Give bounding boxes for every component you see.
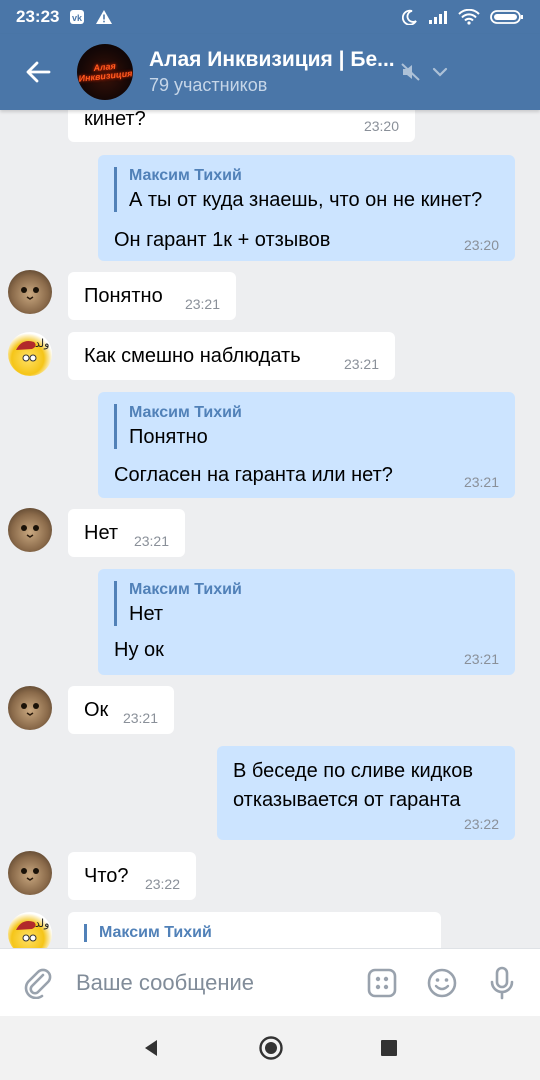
message-time: 23:22 xyxy=(463,816,499,832)
message-text-line-1: В беседе по сливе кидков xyxy=(233,760,474,782)
message-list[interactable]: кинет? 23:20 Максим Тихий А ты от куда з… xyxy=(0,110,540,948)
message-bubble-incoming[interactable]: кинет? 23:20 xyxy=(68,110,415,142)
chat-title-block[interactable]: Алая Инквизиция | Бе... 79 участников xyxy=(149,48,399,96)
reply-quote[interactable]: Максим Тихий xyxy=(84,924,212,942)
reply-quote[interactable]: Максим Тихий Понятно xyxy=(114,404,242,449)
message-text-line-2: отказывается от гаранта xyxy=(233,789,461,811)
back-button[interactable] xyxy=(0,34,76,110)
message-text: кинет? xyxy=(84,110,146,130)
chat-subtitle: 79 участников xyxy=(149,75,268,95)
chat-avatar[interactable]: Алая Инквизиция xyxy=(77,44,133,100)
quote-text: Понятно xyxy=(129,426,208,448)
emoji-icon xyxy=(427,968,457,997)
avatar[interactable]: ولد xyxy=(8,912,52,948)
message-bubble-incoming[interactable]: Максим Тихий xyxy=(68,912,441,948)
avatar[interactable] xyxy=(8,508,52,552)
message-bubble-incoming[interactable]: Понятно 23:21 xyxy=(68,272,236,320)
chat-avatar-logo: Алая Инквизиция xyxy=(77,60,133,84)
quote-author: Максим Тихий xyxy=(99,924,212,941)
message-time: 23:20 xyxy=(463,237,499,253)
message-time: 23:21 xyxy=(133,533,169,549)
svg-text:vk: vk xyxy=(72,13,83,23)
message-time: 23:21 xyxy=(463,651,499,667)
message-input-bar: Ваше сообщение xyxy=(0,948,540,1016)
quote-author: Максим Тихий xyxy=(129,404,242,421)
header-status-icons[interactable] xyxy=(400,62,448,82)
back-nav-icon[interactable] xyxy=(142,1038,162,1058)
quote-text: А ты от куда знаешь, что он не кинет? xyxy=(129,189,483,211)
vk-notification-icon: vk xyxy=(69,9,85,25)
quote-author: Максим Тихий xyxy=(129,581,242,598)
quote-text: Нет xyxy=(129,603,164,625)
message-bubble-incoming[interactable]: Нет 23:21 xyxy=(68,509,185,557)
chevron-down-icon xyxy=(432,67,448,77)
message-bubble-incoming[interactable]: Как смешно наблюдать 23:21 xyxy=(68,332,395,380)
avatar[interactable] xyxy=(8,686,52,730)
keyboard-button[interactable] xyxy=(352,968,412,998)
message-time: 23:21 xyxy=(122,710,158,726)
avatar[interactable] xyxy=(8,270,52,314)
message-bubble-incoming[interactable]: Что? 23:22 xyxy=(68,852,196,900)
wifi-icon xyxy=(458,9,480,25)
message-text: Понятно xyxy=(84,285,163,307)
svg-text:ولد: ولد xyxy=(35,917,49,930)
battery-icon xyxy=(490,9,524,25)
message-text: Ок xyxy=(84,699,109,721)
keyboard-grid-icon xyxy=(367,968,397,997)
message-bubble-outgoing[interactable]: Максим Тихий А ты от куда знаешь, что он… xyxy=(98,155,515,261)
status-bar: 23:23 vk xyxy=(0,0,540,34)
quote-author: Максим Тихий xyxy=(129,167,242,184)
reply-quote[interactable]: Максим Тихий Нет xyxy=(114,581,242,626)
avatar[interactable]: ولد xyxy=(8,332,52,376)
status-time: 23:23 xyxy=(16,7,60,26)
message-text: Согласен на гаранта или нет? xyxy=(114,464,393,486)
reply-quote[interactable]: Максим Тихий А ты от куда знаешь, что он… xyxy=(114,167,482,212)
attach-button[interactable] xyxy=(0,967,76,999)
microphone-icon xyxy=(490,966,514,999)
svg-text:ولد: ولد xyxy=(35,337,49,350)
message-bubble-incoming[interactable]: Ок 23:21 xyxy=(68,686,174,734)
chat-title: Алая Инквизиция | Бе... xyxy=(149,48,395,71)
warning-icon xyxy=(95,9,113,25)
recents-nav-icon[interactable] xyxy=(380,1039,398,1057)
message-time: 23:21 xyxy=(463,474,499,490)
message-text: Что? xyxy=(84,865,129,887)
do-not-disturb-moon-icon xyxy=(402,9,418,25)
message-time: 23:20 xyxy=(363,118,399,134)
muted-speaker-icon xyxy=(401,63,420,81)
signal-icon xyxy=(428,9,448,25)
avatar[interactable] xyxy=(8,851,52,895)
message-text: Нет xyxy=(84,522,119,544)
message-input[interactable]: Ваше сообщение xyxy=(76,970,352,996)
message-bubble-outgoing[interactable]: В беседе по сливе кидков отказывается от… xyxy=(217,746,515,840)
back-arrow-icon xyxy=(26,61,51,83)
message-bubble-outgoing[interactable]: Максим Тихий Нет Ну ок 23:21 xyxy=(98,569,515,675)
message-time: 23:21 xyxy=(343,356,379,372)
chat-header: Алая Инквизиция Алая Инквизиция | Бе... … xyxy=(0,34,540,110)
emoji-button[interactable] xyxy=(412,967,472,999)
home-nav-icon[interactable] xyxy=(258,1035,284,1061)
voice-message-button[interactable] xyxy=(472,966,532,1000)
message-bubble-outgoing[interactable]: Максим Тихий Понятно Согласен на гаранта… xyxy=(98,392,515,498)
system-navigation-bar xyxy=(0,1016,540,1080)
message-time: 23:21 xyxy=(184,296,220,312)
message-text: Как смешно наблюдать xyxy=(84,345,301,367)
message-time: 23:22 xyxy=(144,876,180,892)
paperclip-icon xyxy=(24,968,52,999)
message-text: Он гарант 1к + отзывов xyxy=(114,229,331,251)
message-text: Ну ок xyxy=(114,639,164,661)
